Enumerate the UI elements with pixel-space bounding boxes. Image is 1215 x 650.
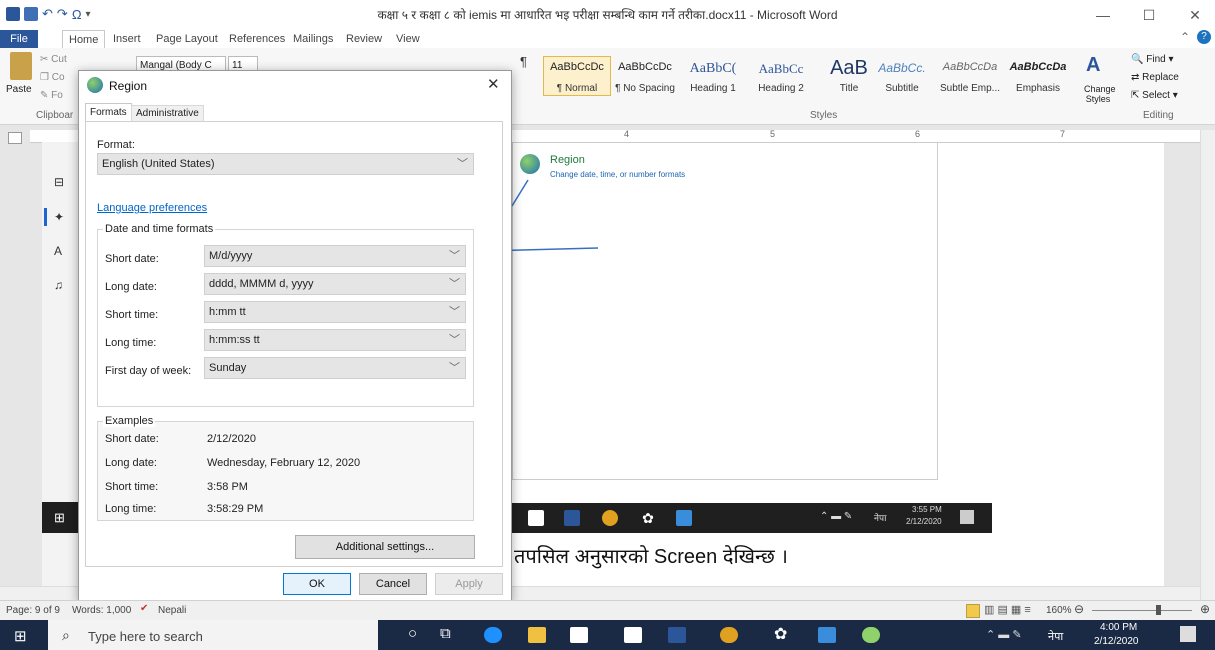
region-taskbar-icon[interactable] [862,627,880,643]
start-button-icon[interactable]: ⊞ [14,627,27,645]
ok-button[interactable]: OK [283,573,351,595]
date-time-group-label: Date and time formats [103,223,216,235]
system-tray-icons[interactable]: ⌃ ▬ ✎ [986,628,1022,641]
example-short-date-value: 2/12/2020 [207,433,256,445]
examples-group-label: Examples [103,415,156,427]
action-center-icon[interactable] [1180,626,1196,642]
long-time-label: Long time: [105,337,157,349]
example-short-time-value: 3:58 PM [207,481,248,493]
long-time-value: h:mm:ss tt [209,334,260,346]
chevron-down-icon: ﹀ [449,362,460,374]
first-day-select[interactable]: Sunday ﹀ [204,357,466,379]
zoom-slider-handle[interactable] [1156,605,1161,615]
format-label: Format: [97,139,135,151]
chevron-down-icon: ﹀ [449,306,460,318]
format-select[interactable]: English (United States) ﹀ [97,153,474,175]
cancel-button[interactable]: Cancel [359,573,427,595]
short-date-value: M/d/yyyy [209,250,253,262]
example-short-date-label: Short date: [105,433,159,445]
first-day-value: Sunday [209,362,247,374]
chrome-icon[interactable] [720,627,738,643]
tab-formats[interactable]: Formats [85,103,132,122]
zoom-slider[interactable] [1092,610,1192,611]
file-explorer-icon[interactable] [528,627,546,643]
status-bar: Page: 9 of 9 Words: 1,000 ✔ Nepali ▥ ▤ ▦… [0,600,1215,621]
search-placeholder: Type here to search [88,629,203,644]
long-time-select[interactable]: h:mm:ss tt ﹀ [204,329,466,351]
word-icon[interactable] [668,627,686,643]
edge-icon[interactable] [484,627,502,643]
settings-icon[interactable]: ✿ [774,624,787,644]
cortana-icon[interactable]: ○ [408,625,417,642]
amazon-icon[interactable] [624,627,642,643]
taskbar-time[interactable]: 4:00 PM [1100,622,1137,633]
store-icon[interactable] [570,627,588,643]
proofing-icon[interactable]: ✔ [140,603,148,614]
page-count[interactable]: Page: 9 of 9 [6,605,60,616]
region-dialog: Region ✕ Formats Administrative Format: … [78,70,512,602]
example-long-time-label: Long time: [105,503,157,515]
short-date-select[interactable]: M/d/yyyy ﹀ [204,245,466,267]
zoom-in-icon[interactable]: ⊕ [1200,602,1210,616]
apply-button[interactable]: Apply [435,573,503,595]
dialog-title: Region [109,79,148,93]
language-preferences-link[interactable]: Language preferences [97,202,207,214]
print-layout-icon[interactable] [966,604,980,618]
long-date-select[interactable]: dddd, MMMM d, yyyy ﹀ [204,273,466,295]
example-long-date-label: Long date: [105,457,157,469]
example-long-date-value: Wednesday, February 12, 2020 [207,457,361,469]
region-globe-icon [87,77,103,93]
short-time-label: Short time: [105,309,159,321]
dialog-close-icon[interactable]: ✕ [487,75,500,93]
chevron-down-icon: ﹀ [457,158,468,170]
chevron-down-icon: ﹀ [449,278,460,290]
search-icon: ⌕ [62,627,70,643]
view-icons[interactable]: ▥ ▤ ▦ ≡ [984,603,1031,616]
short-date-label: Short date: [105,253,159,265]
taskbar-search-box[interactable]: ⌕ Type here to search [48,620,378,650]
task-view-icon[interactable]: ⧉ [440,625,451,642]
vertical-scrollbar[interactable] [1200,130,1215,600]
zoom-level[interactable]: 160% [1046,605,1072,616]
long-date-value: dddd, MMMM d, yyyy [209,278,314,290]
tab-administrative[interactable]: Administrative [131,105,204,122]
first-day-label: First day of week: [105,365,192,377]
format-select-value: English (United States) [102,158,215,170]
example-long-time-value: 3:58:29 PM [207,503,264,515]
photos-icon[interactable] [818,627,836,643]
short-time-select[interactable]: h:mm tt ﹀ [204,301,466,323]
word-count[interactable]: Words: 1,000 [72,605,131,616]
zoom-out-icon[interactable]: ⊖ [1074,602,1084,616]
long-date-label: Long date: [105,281,157,293]
language-indicator[interactable]: Nepali [158,605,186,616]
taskbar-date[interactable]: 2/12/2020 [1094,636,1139,647]
taskbar-language[interactable]: नेपा [1048,629,1063,644]
chevron-down-icon: ﹀ [449,250,460,262]
example-short-time-label: Short time: [105,481,159,493]
additional-settings-button[interactable]: Additional settings... [295,535,475,559]
short-time-value: h:mm tt [209,306,246,318]
chevron-down-icon: ﹀ [449,334,460,346]
